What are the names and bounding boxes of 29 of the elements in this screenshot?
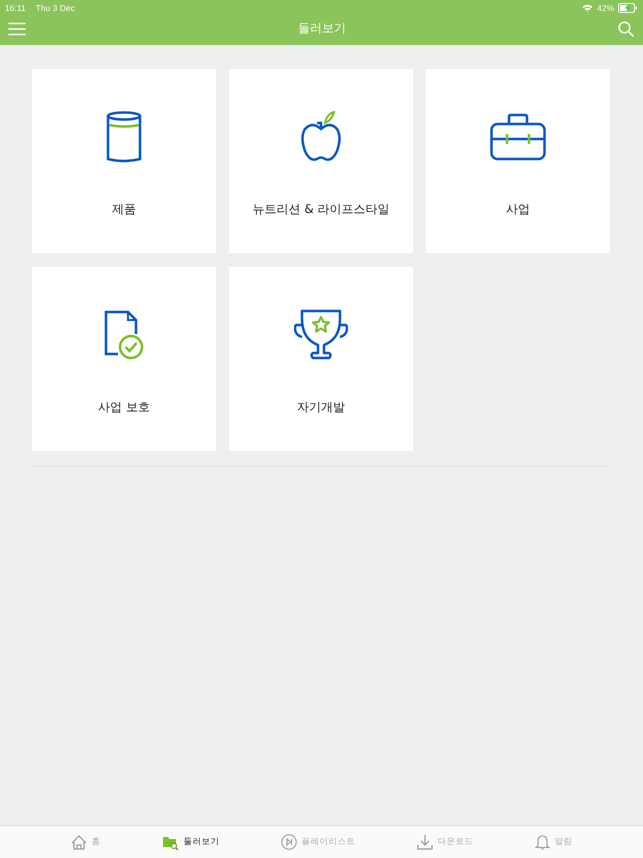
- briefcase-icon: [490, 111, 546, 163]
- category-card[interactable]: 사업: [426, 69, 610, 253]
- category-label: 사업 보호: [98, 399, 150, 416]
- skip-forward-icon: [280, 834, 296, 850]
- category-label: 뉴트리션 & 라이프스타일: [252, 201, 390, 218]
- category-label: 자기개발: [297, 399, 345, 416]
- page-title: 둘러보기: [298, 20, 346, 37]
- home-icon: [70, 834, 86, 850]
- trophy-icon: [294, 309, 348, 361]
- category-label: 제품: [112, 201, 136, 218]
- category-card[interactable]: 제품: [32, 69, 216, 253]
- download-icon: [416, 834, 432, 850]
- tab-bar-item[interactable]: 둘러보기: [156, 826, 226, 858]
- document-check-icon: [104, 309, 144, 361]
- wifi-icon: [582, 4, 593, 12]
- category-card[interactable]: 사업 보호: [32, 267, 216, 451]
- category-label: 사업: [506, 201, 530, 218]
- category-card[interactable]: 뉴트리션 & 라이프스타일: [229, 69, 413, 253]
- menu-icon[interactable]: [8, 22, 26, 36]
- status-time: 16:11: [5, 3, 26, 13]
- can-icon: [106, 111, 142, 163]
- category-card[interactable]: 자기개발: [229, 267, 413, 451]
- battery-percent: 42%: [596, 3, 614, 13]
- status-date: Thu 3 Dec: [36, 3, 75, 13]
- folder-search-icon: [162, 834, 178, 850]
- search-icon[interactable]: [618, 20, 634, 36]
- bell-icon: [534, 834, 550, 850]
- battery-icon: [618, 3, 638, 13]
- apple-icon: [300, 111, 342, 163]
